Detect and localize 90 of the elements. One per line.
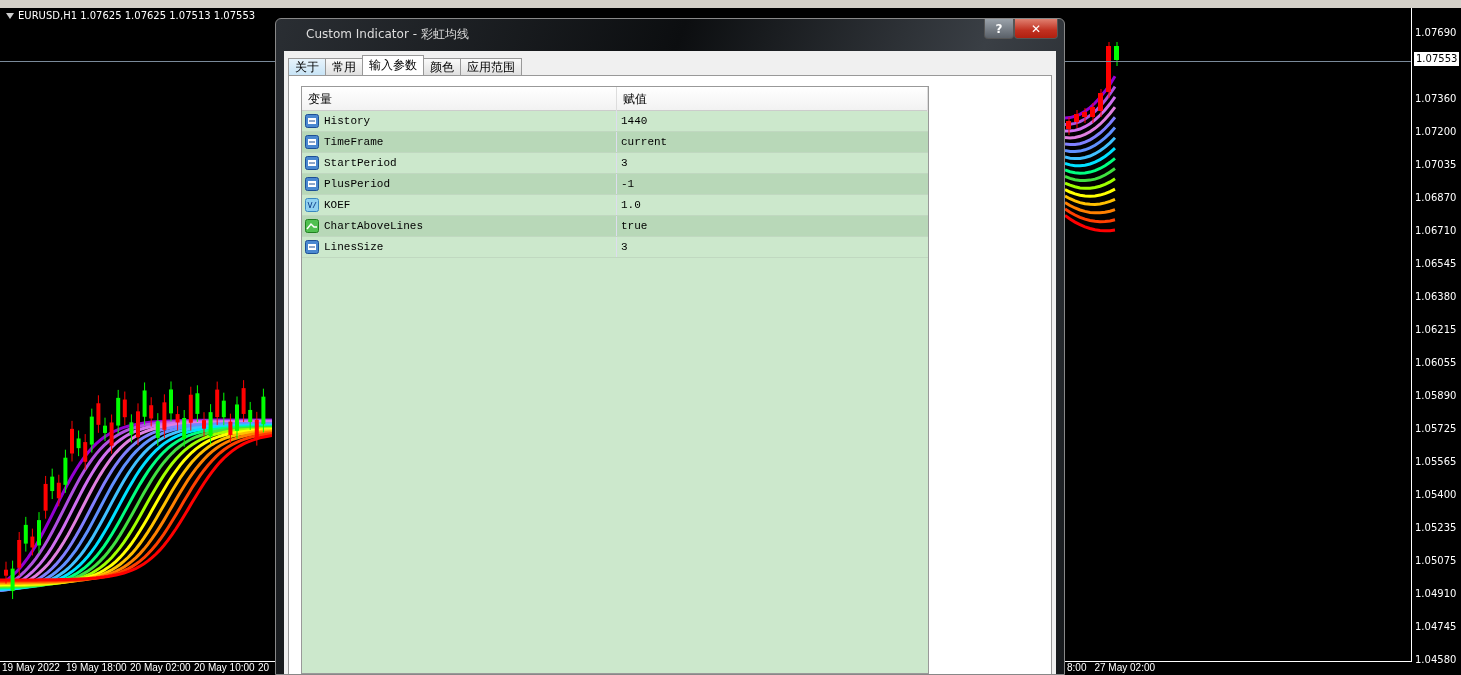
integer-type-icon — [305, 156, 319, 170]
price-label: 1.04910 — [1414, 587, 1458, 601]
parameter-name: History — [324, 115, 371, 127]
tab[interactable]: 颜色 — [423, 58, 461, 75]
parameter-name: TimeFrame — [324, 136, 384, 148]
candlestick — [43, 475, 48, 520]
price-label: 1.07360 — [1414, 92, 1458, 106]
price-label: 1.04580 — [1414, 653, 1458, 667]
parameter-value[interactable]: 1440 — [617, 111, 928, 131]
price-label: 1.06055 — [1414, 356, 1458, 370]
integer-type-icon — [305, 135, 319, 149]
price-label: 1.06545 — [1414, 257, 1458, 271]
candlestick — [76, 430, 81, 457]
candlestick — [1074, 109, 1079, 129]
time-label: 19 May 2022 — [2, 662, 61, 673]
integer-type-icon — [305, 114, 319, 128]
help-button[interactable]: ? — [984, 19, 1014, 39]
time-label: 20 — [258, 662, 271, 673]
integer-type-icon — [305, 240, 319, 254]
close-button[interactable]: ✕ — [1014, 19, 1058, 39]
candlestick — [103, 417, 107, 442]
current-price-label: 1.07553 — [1414, 52, 1460, 66]
candlestick — [261, 388, 266, 433]
time-label: 20 May 10:00 — [194, 662, 256, 673]
parameter-value[interactable]: 3 — [617, 153, 928, 173]
candlestick — [70, 420, 74, 462]
tab[interactable]: 应用范围 — [460, 58, 522, 75]
candlestick — [142, 381, 147, 426]
parameter-value[interactable]: -1 — [617, 174, 928, 194]
time-label: 27 May 02:00 — [1094, 662, 1156, 673]
candlestick — [1090, 102, 1095, 124]
candlestick — [1098, 88, 1103, 118]
time-label: 19 May 18:00 — [66, 662, 128, 673]
candlestick — [1066, 116, 1071, 136]
candlestick — [1114, 41, 1119, 67]
column-header[interactable]: 变量 — [302, 87, 617, 112]
price-label: 1.05565 — [1414, 455, 1458, 469]
candlestick — [1082, 107, 1087, 124]
parameter-value[interactable]: 1.0 — [617, 195, 928, 215]
price-label: 1.07690 — [1414, 26, 1458, 40]
parameter-name: PlusPeriod — [324, 178, 390, 190]
candlestick — [202, 411, 206, 438]
time-label: 20 May 02:00 — [130, 662, 192, 673]
price-label: 1.06870 — [1414, 191, 1458, 205]
candlestick — [208, 403, 213, 445]
candlestick — [10, 560, 15, 600]
parameter-value[interactable]: 3 — [617, 237, 928, 257]
integer-type-icon — [305, 177, 319, 191]
price-label: 1.06215 — [1414, 323, 1458, 337]
boolean-type-icon — [305, 219, 319, 233]
price-label: 1.06380 — [1414, 290, 1458, 304]
candlestick — [175, 405, 180, 431]
price-label: 1.05400 — [1414, 488, 1458, 502]
candlestick — [37, 511, 41, 554]
candlestick — [228, 413, 233, 444]
parameter-name: LinesSize — [324, 241, 384, 253]
chart-header: EURUSD,H1 1.07625 1.07625 1.07513 1.07553 — [18, 10, 256, 21]
price-label: 1.06710 — [1414, 224, 1458, 238]
price-label: 1.05725 — [1414, 422, 1458, 436]
dropdown-triangle-icon[interactable] — [6, 12, 14, 19]
candlestick — [136, 402, 140, 446]
parameter-name: KOEF — [324, 199, 351, 211]
parameter-name: ChartAboveLines — [324, 220, 424, 232]
price-label: 1.04745 — [1414, 620, 1458, 634]
tab[interactable]: 关于 — [288, 58, 326, 75]
parameter-value[interactable]: current — [617, 132, 928, 152]
candlestick — [129, 413, 134, 443]
price-label: 1.05890 — [1414, 389, 1458, 403]
candlestick — [1106, 41, 1111, 99]
candlestick — [109, 413, 114, 455]
time-label: 8:00 — [1067, 662, 1087, 673]
candlestick — [169, 380, 173, 422]
candlestick — [235, 396, 239, 440]
candlestick — [162, 393, 167, 439]
parameter-name: StartPeriod — [324, 157, 397, 169]
tab[interactable]: 输入参数 — [362, 55, 424, 75]
candlestick — [30, 528, 35, 556]
tab[interactable]: 常用 — [325, 58, 363, 75]
price-label: 1.05235 — [1414, 521, 1458, 535]
parameter-value[interactable]: true — [617, 216, 928, 236]
candlestick — [195, 384, 200, 423]
candlestick — [96, 394, 101, 434]
dialog-title: Custom Indicator - 彩虹均线 — [305, 26, 469, 43]
fraction-type-icon — [305, 198, 319, 212]
candlestick — [241, 379, 246, 423]
price-label: 1.07035 — [1414, 158, 1458, 172]
price-label: 1.05075 — [1414, 554, 1458, 568]
price-label: 1.07200 — [1414, 125, 1458, 139]
column-header[interactable]: 赋值 — [617, 87, 928, 112]
candlestick — [63, 449, 68, 494]
